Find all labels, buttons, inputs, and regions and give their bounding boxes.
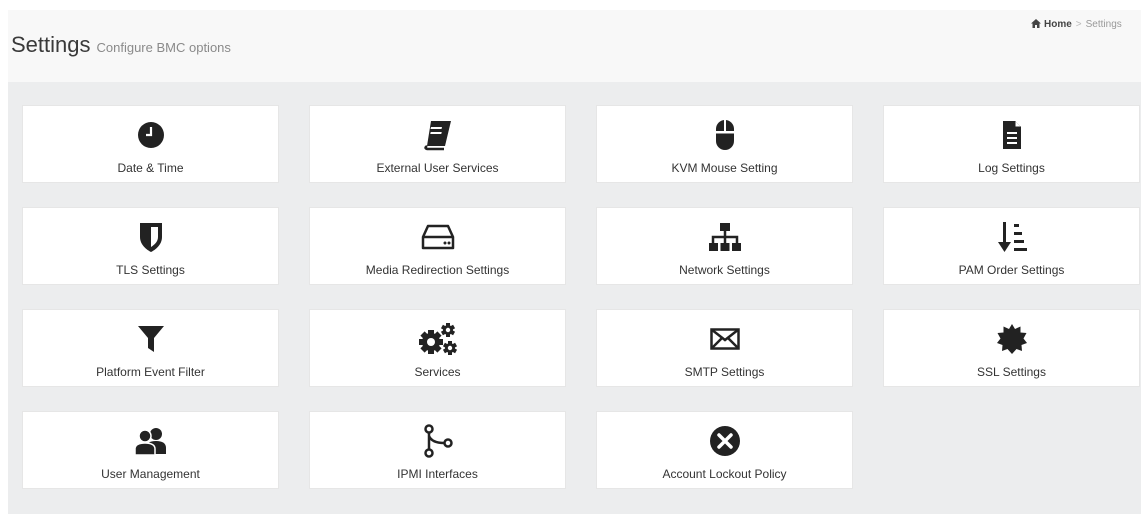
tile-user-management[interactable]: User Management xyxy=(22,411,279,489)
tile-ssl-settings[interactable]: SSL Settings xyxy=(883,309,1140,387)
tile-label: External User Services xyxy=(376,161,499,175)
page-subtitle: Configure BMC options xyxy=(96,40,231,55)
breadcrumb-home-label: Home xyxy=(1044,19,1072,30)
envelope-icon xyxy=(709,328,740,350)
shield-icon xyxy=(139,223,162,252)
hard-drive-icon xyxy=(421,224,454,250)
users-icon xyxy=(133,428,166,456)
tile-label: Log Settings xyxy=(978,161,1045,175)
tile-label: Services xyxy=(414,365,461,379)
breadcrumb-separator: > xyxy=(1075,19,1082,30)
home-icon xyxy=(1031,19,1041,28)
close-circle-icon xyxy=(709,426,740,456)
clock-icon xyxy=(137,122,164,148)
tile-label: Platform Event Filter xyxy=(96,365,205,379)
breadcrumb-home[interactable]: Home xyxy=(1031,19,1072,30)
tile-date-time[interactable]: Date & Time xyxy=(22,105,279,183)
tile-smtp-settings[interactable]: SMTP Settings xyxy=(596,309,853,387)
tile-network-settings[interactable]: Network Settings xyxy=(596,207,853,285)
tile-label: IPMI Interfaces xyxy=(397,467,478,481)
tile-label: SSL Settings xyxy=(977,365,1046,379)
tile-label: KVM Mouse Setting xyxy=(671,161,778,175)
tile-log-settings[interactable]: Log Settings xyxy=(883,105,1140,183)
tile-label: TLS Settings xyxy=(116,263,185,277)
file-text-icon xyxy=(1002,121,1021,149)
breadcrumb: Home > Settings xyxy=(1031,19,1141,30)
tile-label: PAM Order Settings xyxy=(958,263,1065,277)
sort-order-icon xyxy=(997,222,1027,252)
tile-services[interactable]: Services xyxy=(309,309,566,387)
tile-label: Network Settings xyxy=(679,263,770,277)
page-header: Settings Configure BMC options Home > Setti… xyxy=(8,10,1141,82)
sitemap-icon xyxy=(708,223,741,251)
tile-label: Account Lockout Policy xyxy=(662,467,787,481)
tile-ipmi-interfaces[interactable]: IPMI Interfaces xyxy=(309,411,566,489)
tile-tls-settings[interactable]: TLS Settings xyxy=(22,207,279,285)
tile-label: Date & Time xyxy=(117,161,184,175)
filter-icon xyxy=(137,326,164,352)
tile-label: Media Redirection Settings xyxy=(365,263,510,277)
book-icon xyxy=(423,121,451,151)
settings-grid: Date & Time External User Services KVM M… xyxy=(22,105,1140,489)
tile-external-user-services[interactable]: External User Services xyxy=(309,105,566,183)
cogs-icon xyxy=(418,323,457,355)
branch-icon xyxy=(423,424,453,458)
tile-account-lockout-policy[interactable]: Account Lockout Policy xyxy=(596,411,853,489)
settings-page: Settings Configure BMC options Home > Setti… xyxy=(8,10,1141,514)
tile-platform-event-filter[interactable]: Platform Event Filter xyxy=(22,309,279,387)
mouse-icon xyxy=(715,120,734,150)
tile-label: SMTP Settings xyxy=(684,365,765,379)
tile-media-redirection-settings[interactable]: Media Redirection Settings xyxy=(309,207,566,285)
tile-pam-order-settings[interactable]: PAM Order Settings xyxy=(883,207,1140,285)
tile-label: User Management xyxy=(101,467,200,481)
page-title: Settings Configure BMC options xyxy=(11,32,231,58)
page-title-text: Settings xyxy=(11,32,91,57)
certificate-icon xyxy=(996,324,1027,354)
tile-kvm-mouse-setting[interactable]: KVM Mouse Setting xyxy=(596,105,853,183)
breadcrumb-current: Settings xyxy=(1085,19,1122,30)
